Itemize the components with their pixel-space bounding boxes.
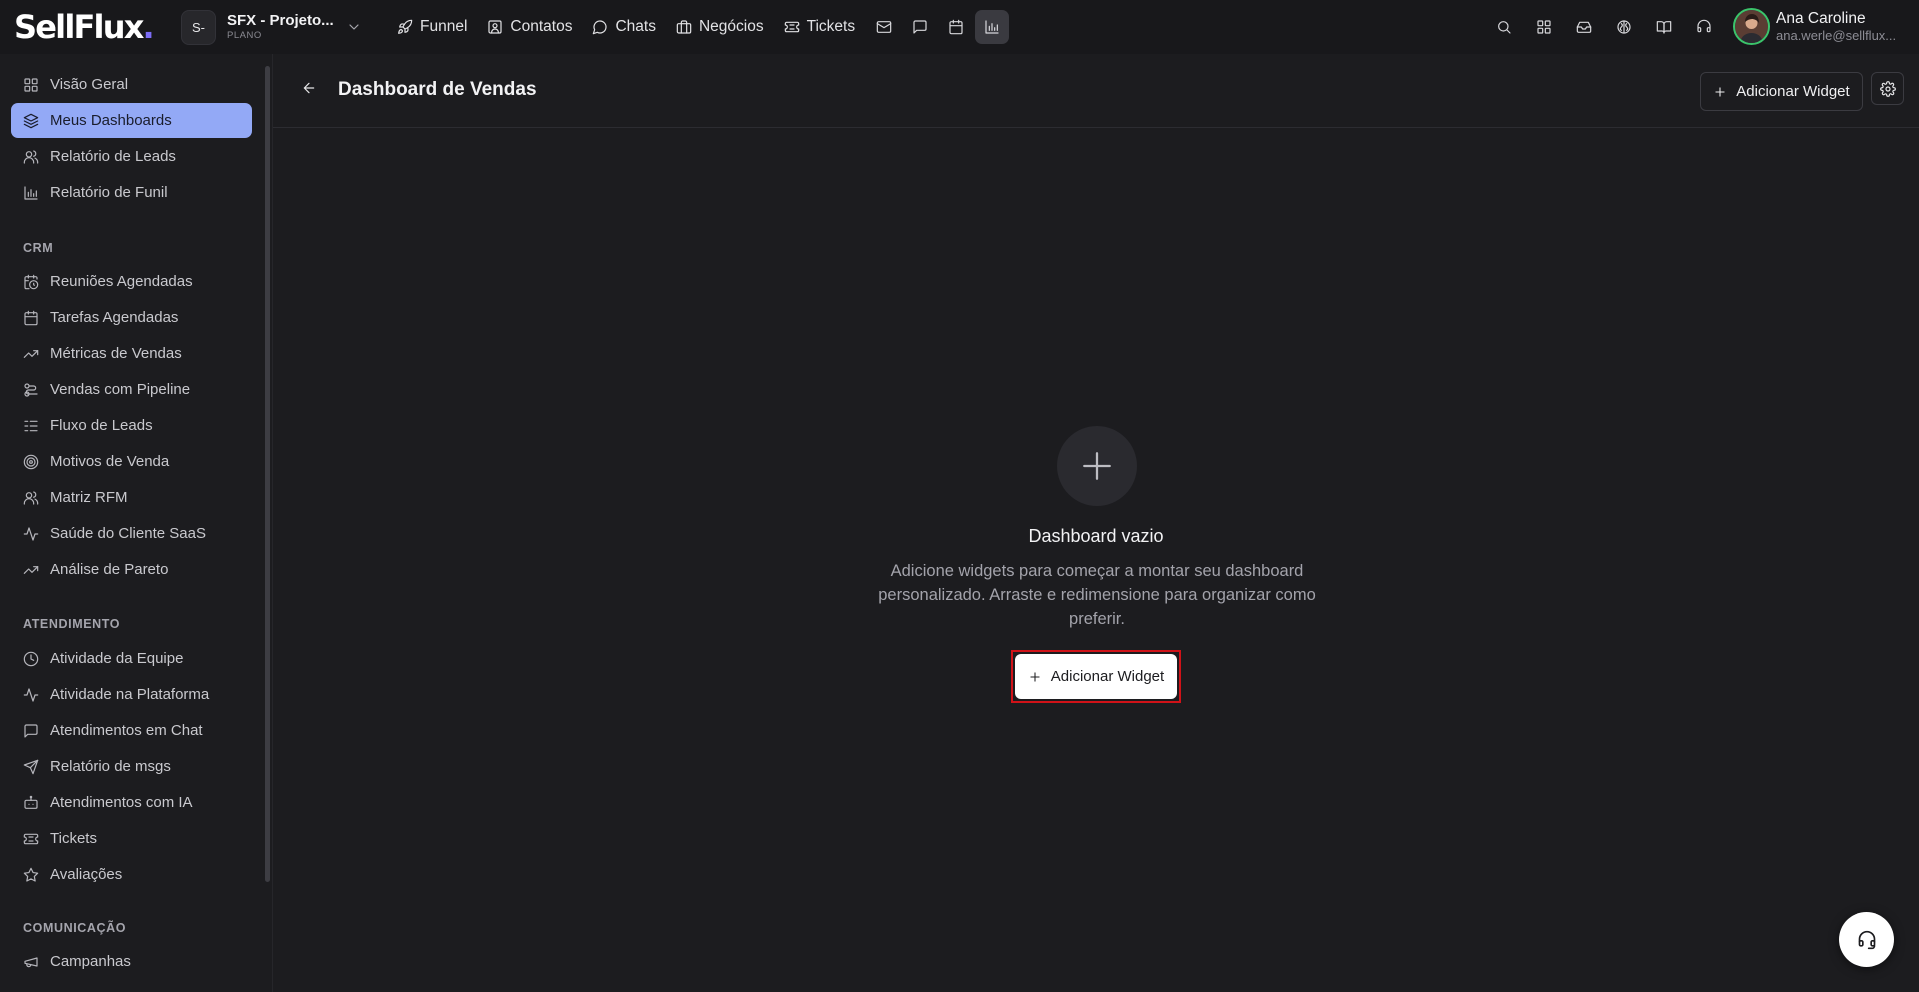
bar-chart-icon — [23, 185, 50, 201]
trending-up-icon — [23, 346, 50, 362]
briefcase-icon — [676, 19, 699, 35]
sidebar-item-relatorio-funil[interactable]: Relatório de Funil — [11, 175, 252, 210]
user-name: Ana Caroline — [1776, 10, 1866, 27]
sellflux-logo[interactable]: SellFlux. — [14, 10, 155, 44]
project-switcher[interactable]: S- SFX - Projeto... PLANO — [181, 9, 362, 45]
sidebar-item-campanhas[interactable]: Campanhas — [11, 944, 252, 979]
nav-messages-button[interactable] — [903, 10, 937, 44]
pipeline-icon — [23, 382, 50, 398]
nav-negocios[interactable]: Negócios — [666, 9, 774, 45]
project-avatar: S- — [181, 9, 216, 45]
sidebar-scrollbar[interactable] — [265, 66, 270, 882]
layers-icon — [23, 113, 50, 129]
sidebar-item-relatorio-leads[interactable]: Relatório de Leads — [11, 139, 252, 174]
sidebar-item-saude-cliente[interactable]: Saúde do Cliente SaaS — [11, 516, 252, 551]
nav-mail-button[interactable] — [867, 10, 901, 44]
clock-icon — [23, 651, 50, 667]
sidebar-group-comunicacao: COMUNICAÇÃO — [23, 921, 127, 935]
sidebar-item-avaliacoes[interactable]: Avaliações — [11, 857, 252, 892]
sidebar: Visão Geral Meus Dashboards Relatório de… — [0, 54, 273, 992]
top-bar: SellFlux. S- SFX - Projeto... PLANO Funn… — [0, 0, 1919, 54]
search-button[interactable] — [1484, 9, 1524, 45]
grid-icon — [1536, 19, 1552, 35]
bar-chart-icon — [984, 19, 1000, 35]
project-name: SFX - Projeto... — [227, 12, 334, 29]
calendar-clock-icon — [23, 274, 50, 290]
mail-icon — [876, 19, 892, 35]
apps-button[interactable] — [1524, 9, 1564, 45]
project-plan: PLANO — [227, 30, 262, 41]
nav-reports-button[interactable] — [975, 10, 1010, 44]
star-icon — [23, 867, 50, 883]
sidebar-group-crm: CRM — [23, 241, 54, 255]
sidebar-item-visao-geral[interactable]: Visão Geral — [11, 67, 252, 102]
contact-icon — [487, 19, 510, 35]
sidebar-item-analise-pareto[interactable]: Análise de Pareto — [11, 552, 252, 587]
nav-contatos[interactable]: Contatos — [477, 9, 582, 45]
bot-icon — [23, 795, 50, 811]
sidebar-item-matriz-rfm[interactable]: Matriz RFM — [11, 480, 252, 515]
chat-icon — [592, 19, 615, 35]
ai-button[interactable] — [1604, 9, 1644, 45]
inbox-button[interactable] — [1564, 9, 1604, 45]
sidebar-item-atividade-plataforma[interactable]: Atividade na Plataforma — [11, 677, 252, 712]
sidebar-item-tarefas-agendadas[interactable]: Tarefas Agendadas — [11, 300, 252, 335]
add-widget-button[interactable]: Adicionar Widget — [1015, 654, 1177, 699]
sidebar-item-atendimentos-chat[interactable]: Atendimentos em Chat — [11, 713, 252, 748]
headset-icon — [1857, 930, 1877, 950]
headset-icon — [1696, 19, 1712, 35]
calendar-icon — [948, 19, 964, 35]
plus-icon — [1028, 670, 1051, 684]
sidebar-item-vendas-pipeline[interactable]: Vendas com Pipeline — [11, 372, 252, 407]
rocket-icon — [397, 19, 420, 35]
ticket-icon — [784, 19, 807, 35]
grid-icon — [23, 77, 50, 93]
send-icon — [23, 759, 50, 775]
user-email: ana.werle@sellflux... — [1776, 28, 1897, 43]
search-icon — [1496, 19, 1512, 35]
main-content: Dashboard de Vendas Adicionar Widget Das… — [273, 54, 1919, 992]
target-icon — [23, 454, 50, 470]
sidebar-item-meus-dashboards[interactable]: Meus Dashboards — [11, 103, 252, 138]
support-chat-button[interactable] — [1839, 912, 1894, 967]
list-flow-icon — [23, 418, 50, 434]
message-square-icon — [23, 723, 50, 739]
sidebar-item-tickets[interactable]: Tickets — [11, 821, 252, 856]
sidebar-item-fluxo-leads[interactable]: Fluxo de Leads — [11, 408, 252, 443]
user-menu[interactable]: Ana Caroline ana.werle@sellflux... — [1733, 8, 1898, 45]
empty-state: Dashboard vazio Adicione widgets para co… — [273, 54, 1919, 992]
sidebar-item-metricas-vendas[interactable]: Métricas de Vendas — [11, 336, 252, 371]
avatar — [1733, 8, 1770, 45]
sidebar-group-atendimento: ATENDIMENTO — [23, 617, 121, 631]
sidebar-item-atendimentos-ia[interactable]: Atendimentos com IA — [11, 785, 252, 820]
top-right-actions — [1484, 9, 1724, 45]
chevron-down-icon — [346, 19, 362, 35]
users-icon — [23, 149, 50, 165]
sidebar-item-motivos-venda[interactable]: Motivos de Venda — [11, 444, 252, 479]
message-square-icon — [912, 19, 928, 35]
nav-calendar-button[interactable] — [939, 10, 973, 44]
brain-icon — [1616, 19, 1632, 35]
empty-state-description: Adicione widgets para começar a montar s… — [878, 562, 1316, 628]
empty-state-title: Dashboard vazio — [1028, 526, 1164, 546]
activity-icon — [23, 526, 50, 542]
ticket-icon — [23, 831, 50, 847]
megaphone-icon — [23, 954, 50, 970]
top-nav: Funnel Contatos Chats Negócios Tickets — [387, 9, 1010, 45]
users-icon — [23, 490, 50, 506]
nav-chats[interactable]: Chats — [582, 9, 666, 45]
support-button[interactable] — [1684, 9, 1724, 45]
nav-tickets[interactable]: Tickets — [774, 9, 866, 45]
sidebar-item-atividade-equipe[interactable]: Atividade da Equipe — [11, 641, 252, 676]
book-open-icon — [1656, 19, 1672, 35]
sidebar-item-relatorio-msgs[interactable]: Relatório de msgs — [11, 749, 252, 784]
inbox-icon — [1576, 19, 1592, 35]
nav-funnel[interactable]: Funnel — [387, 9, 477, 45]
calendar-icon — [23, 310, 50, 326]
activity-icon — [23, 687, 50, 703]
sidebar-item-reunioes-agendadas[interactable]: Reuniões Agendadas — [11, 264, 252, 299]
trending-up-icon — [23, 562, 50, 578]
empty-state-plus-icon — [1057, 426, 1137, 506]
docs-button[interactable] — [1644, 9, 1684, 45]
